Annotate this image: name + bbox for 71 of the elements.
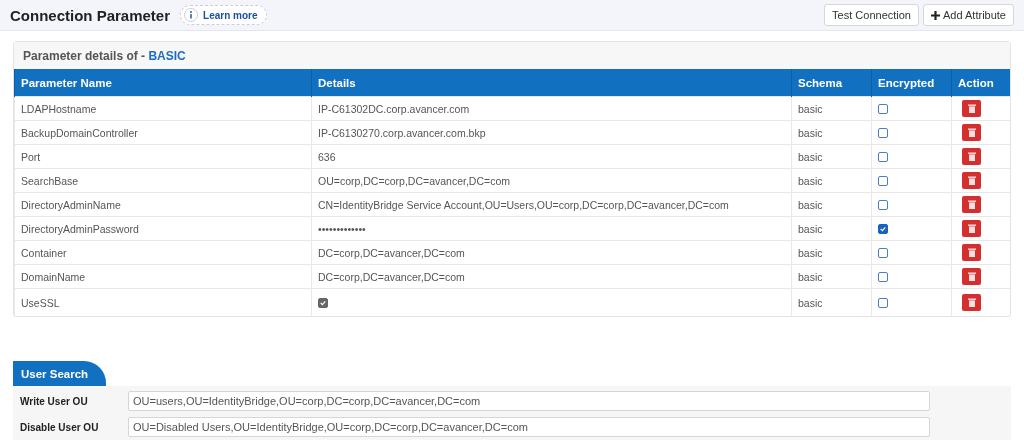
table-cell: DirectoryAdminName [14, 192, 312, 217]
table-cell: basic [791, 120, 872, 145]
test-connection-button[interactable]: Test Connection [824, 4, 919, 26]
column-header: Action [951, 69, 1010, 97]
table-cell: OU=corp,DC=corp,DC=avancer,DC=com [311, 168, 792, 193]
table-cell: UseSSL [14, 288, 312, 316]
table-cell: DirectoryAdminPassword [14, 216, 312, 241]
delete-button[interactable] [962, 220, 981, 237]
table-cell: DC=corp,DC=avancer,DC=com [311, 240, 792, 265]
checkbox[interactable] [878, 151, 888, 162]
table-cell: ••••••••••••• [311, 216, 792, 241]
table-cell: CN=IdentityBridge Service Account,OU=Users,OU=corp,DC=corp,DC=avancer,DC=com [311, 192, 792, 217]
trash-icon [967, 224, 976, 233]
delete-button[interactable] [962, 244, 981, 261]
trash-icon [967, 104, 976, 113]
trash-icon [967, 152, 976, 161]
input-field[interactable]: OU=users,OU=IdentityBridge,OU=corp,DC=corp,DC=avancer,DC=com [128, 391, 930, 411]
table-cell: 636 [311, 144, 792, 169]
column-header: Parameter Name [14, 69, 312, 97]
trash-icon [967, 128, 976, 137]
checkbox[interactable] [878, 247, 888, 258]
trash-icon [967, 200, 976, 209]
table-cell: Container [14, 240, 312, 265]
table-cell: basic [791, 288, 872, 316]
checkbox[interactable] [318, 297, 328, 308]
table-cell: DC=corp,DC=avancer,DC=com [311, 264, 792, 289]
field-label: Disable User OU [20, 421, 100, 433]
delete-button[interactable] [962, 148, 981, 165]
checkbox[interactable] [878, 103, 888, 114]
plus-icon [931, 10, 940, 20]
input-field[interactable]: OU=Disabled Users,OU=IdentityBridge,OU=corp,DC=corp,DC=avancer,DC=com [128, 417, 930, 437]
column-header: Encrypted [871, 69, 952, 97]
column-header: Schema [791, 69, 872, 97]
delete-button[interactable] [962, 268, 981, 285]
checkbox[interactable] [878, 127, 888, 138]
delete-button[interactable] [962, 294, 981, 311]
table-cell: basic [791, 216, 872, 241]
trash-icon [967, 248, 976, 257]
column-header: Details [311, 69, 792, 97]
user-search-tab[interactable]: User Search [13, 361, 107, 386]
add-attribute-button[interactable]: Add Attribute [923, 4, 1014, 26]
table-cell: basic [791, 168, 872, 193]
table-cell: IP-C6130270.corp.avancer.com.bkp [311, 120, 792, 145]
learn-more-link[interactable]: Learn more [180, 5, 267, 25]
table-cell: LDAPHostname [14, 96, 312, 121]
table-cell: IP-C61302DC.corp.avancer.com [311, 96, 792, 121]
trash-icon [967, 298, 976, 307]
table-cell: basic [791, 264, 872, 289]
table-cell: BackupDomainController [14, 120, 312, 145]
table-cell: basic [791, 96, 872, 121]
field-label: Write User OU [20, 395, 89, 407]
card-title: Parameter details of - BASIC [23, 48, 186, 63]
info-icon [184, 8, 199, 22]
table-cell: basic [791, 240, 872, 265]
delete-button[interactable] [962, 124, 981, 141]
page-title: Connection Parameter [10, 6, 171, 24]
checkbox[interactable] [878, 199, 888, 210]
table-cell: basic [791, 192, 872, 217]
table-cell: DomainName [14, 264, 312, 289]
checkbox[interactable] [878, 297, 888, 308]
checkbox[interactable] [878, 223, 888, 234]
table-cell: basic [791, 144, 872, 169]
checkbox[interactable] [878, 175, 888, 186]
checkbox[interactable] [878, 271, 888, 282]
table-cell: SearchBase [14, 168, 312, 193]
delete-button[interactable] [962, 172, 981, 189]
delete-button[interactable] [962, 100, 981, 117]
delete-button[interactable] [962, 196, 981, 213]
trash-icon [967, 272, 976, 281]
table-cell: Port [14, 144, 312, 169]
trash-icon [967, 176, 976, 185]
